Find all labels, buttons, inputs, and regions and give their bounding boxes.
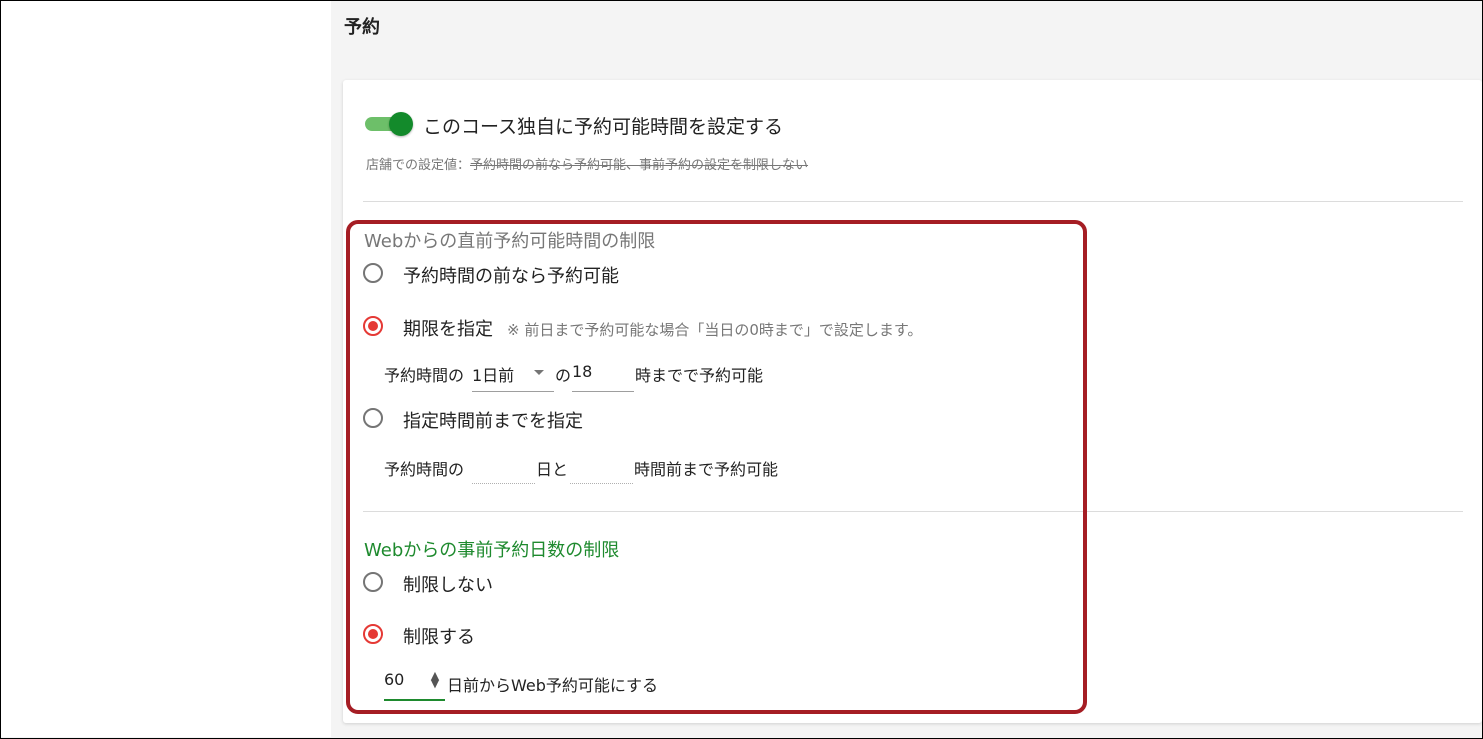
radio-label: 予約時間の前なら予約可能 bbox=[403, 266, 619, 287]
deadline-mid: の bbox=[555, 366, 572, 385]
advance-limit-title: Webからの事前予約日数の制限 bbox=[364, 540, 620, 561]
course-specific-toggle[interactable] bbox=[365, 112, 413, 136]
toggle-label: このコース独自に予約可能時間を設定する bbox=[423, 116, 784, 138]
section-title: 予約 bbox=[344, 17, 380, 38]
days-input[interactable] bbox=[472, 456, 535, 484]
day-select[interactable]: 1日前 bbox=[472, 362, 554, 392]
radio-button bbox=[363, 572, 383, 592]
store-setting-prefix: 店舗での設定値： bbox=[366, 158, 471, 173]
number-spinner-icon[interactable]: ▲ ▼ bbox=[430, 670, 440, 689]
days-unit: 日と bbox=[536, 460, 569, 479]
advance-days-value: 60 bbox=[384, 670, 405, 689]
radio-button-checked bbox=[363, 624, 383, 644]
store-setting-note: 店舗での設定値：予約時間の前なら予約可能、事前予約の設定を制限しない bbox=[366, 154, 808, 173]
option-hint: ※ 前日まで予約可能な場合「当日の0時まで」で設定します。 bbox=[507, 321, 923, 339]
hour-input[interactable]: 18 bbox=[572, 362, 634, 392]
reservation-settings-card bbox=[343, 80, 1482, 723]
hours-input[interactable] bbox=[570, 456, 633, 484]
divider bbox=[363, 511, 1463, 512]
day-select-value: 1日前 bbox=[472, 366, 515, 385]
radio-label: 制限しない bbox=[403, 575, 493, 596]
store-setting-value: 予約時間の前なら予約可能、事前予約の設定を制限しない bbox=[470, 158, 809, 173]
hours-before-suffix: 時間前まで予約可能 bbox=[634, 460, 779, 479]
radio-button-checked bbox=[363, 316, 383, 336]
toggle-thumb bbox=[389, 112, 413, 136]
deadline-prefix: 予約時間の bbox=[384, 366, 465, 385]
radio-label: 期限を指定 ※ 前日まで予約可能な場合「当日の0時まで」で設定します。 bbox=[403, 315, 922, 341]
chevron-down-icon bbox=[534, 370, 544, 375]
option-label-text: 期限を指定 bbox=[403, 319, 493, 340]
hour-input-value: 18 bbox=[572, 362, 593, 381]
direct-limit-title: Webからの直前予約可能時間の制限 bbox=[364, 231, 656, 252]
divider bbox=[363, 201, 1463, 202]
radio-label: 制限する bbox=[403, 627, 475, 648]
advance-days-input[interactable]: 60 ▲ ▼ bbox=[384, 670, 445, 701]
hours-before-prefix: 予約時間の bbox=[384, 460, 465, 479]
left-panel bbox=[1, 1, 331, 737]
advance-days-suffix: 日前からWeb予約可能にする bbox=[447, 676, 659, 695]
radio-button bbox=[363, 263, 383, 283]
radio-button bbox=[363, 408, 383, 428]
radio-label: 指定時間前までを指定 bbox=[403, 411, 583, 432]
deadline-suffix: 時までで予約可能 bbox=[635, 366, 764, 385]
